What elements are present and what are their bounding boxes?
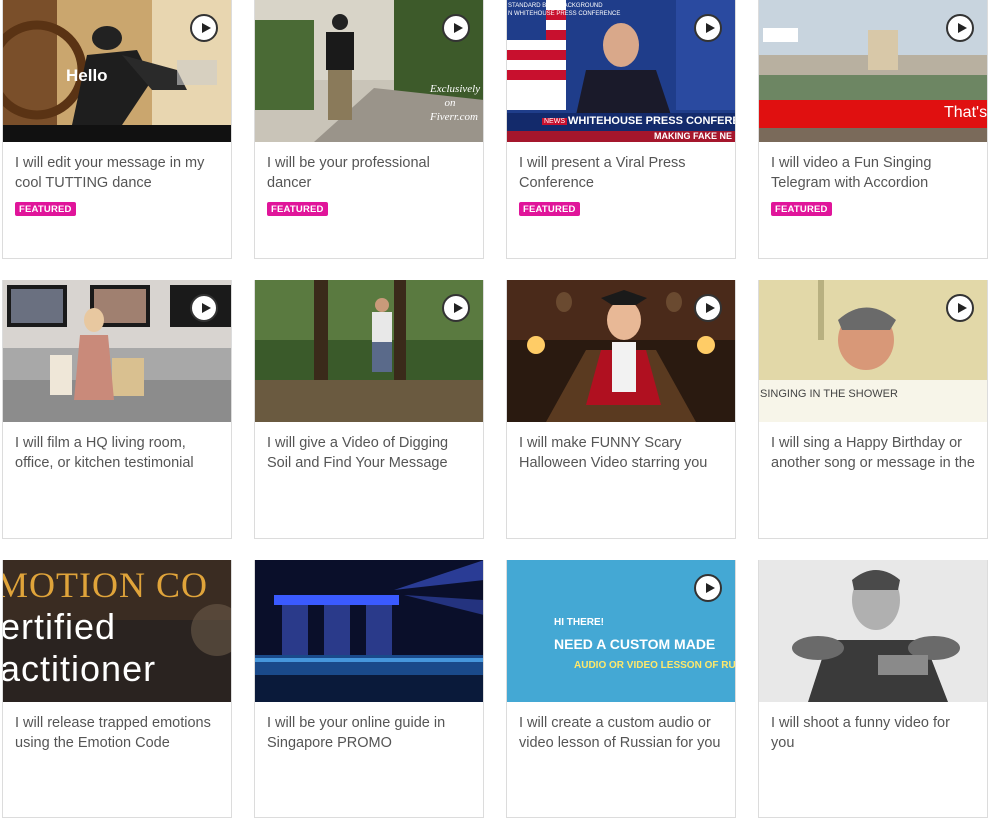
gig-title[interactable]: I will video a Fun Singing Telegram with…: [771, 153, 975, 193]
thumbnail-caption: MAKING FAKE NE: [654, 131, 733, 141]
gig-thumbnail[interactable]: That's: [759, 0, 988, 142]
play-icon[interactable]: [694, 574, 722, 602]
gig-card[interactable]: MOTION CO ertified actitioner I will rel…: [2, 560, 232, 818]
gig-thumbnail[interactable]: [507, 280, 735, 422]
gig-card[interactable]: Hello I will edit your message in my coo…: [2, 0, 232, 259]
gig-card[interactable]: SINGING IN THE SHOWER I will sing a Happ…: [758, 280, 988, 539]
gig-card[interactable]: That's I will video a Fun Singing Telegr…: [758, 0, 988, 259]
thumbnail-caption: WHITEHOUSE PRESS CONFERENCE: [568, 115, 735, 127]
gig-thumbnail[interactable]: [3, 280, 231, 422]
gig-card[interactable]: I will shoot a funny video for you: [758, 560, 988, 818]
thumbnail-caption: AUDIO OR VIDEO LESSON OF RUSSIAN?: [574, 660, 736, 671]
play-icon[interactable]: [190, 14, 218, 42]
thumbnail-caption: NEED A CUSTOM MADE: [554, 636, 716, 652]
gig-title[interactable]: I will give a Video of Digging Soil and …: [267, 433, 471, 473]
gig-title[interactable]: I will film a HQ living room, office, or…: [15, 433, 219, 473]
gig-title[interactable]: I will be your online guide in Singapore…: [267, 713, 471, 753]
featured-badge: FEATURED: [519, 202, 580, 216]
featured-badge: FEATURED: [267, 202, 328, 216]
thumbnail-caption: That's: [944, 104, 988, 121]
thumbnail-caption: Hello: [66, 66, 108, 85]
gig-card[interactable]: I will be your online guide in Singapore…: [254, 560, 484, 818]
gig-title[interactable]: I will release trapped emotions using th…: [15, 713, 219, 753]
gig-title[interactable]: I will make FUNNY Scary Halloween Video …: [519, 433, 723, 473]
gig-card[interactable]: STANDARD BLUE BACKGROUND N WHITEHOUSE PR…: [506, 0, 736, 259]
thumbnail-caption: STANDARD BLUE BACKGROUND: [508, 3, 603, 9]
gig-card[interactable]: I will film a HQ living room, office, or…: [2, 280, 232, 539]
thumbnail-caption: N WHITEHOUSE PRESS CONFERENCE: [508, 11, 621, 17]
play-icon[interactable]: [442, 14, 470, 42]
gig-card[interactable]: Exclusively on Fiverr.com I will be your…: [254, 0, 484, 259]
featured-badge: FEATURED: [771, 202, 832, 216]
gig-thumbnail[interactable]: MOTION CO ertified actitioner: [2, 560, 231, 702]
gig-title[interactable]: I will create a custom audio or video le…: [519, 713, 723, 753]
gig-card[interactable]: I will make FUNNY Scary Halloween Video …: [506, 280, 736, 539]
play-icon[interactable]: [694, 294, 722, 322]
gig-card[interactable]: HI THERE! NEED A CUSTOM MADE AUDIO OR VI…: [506, 560, 736, 818]
gig-thumbnail[interactable]: HI THERE! NEED A CUSTOM MADE AUDIO OR VI…: [507, 560, 736, 702]
gig-title[interactable]: I will edit your message in my cool TUTT…: [15, 153, 219, 193]
play-icon[interactable]: [190, 294, 218, 322]
featured-badge: FEATURED: [15, 202, 76, 216]
gig-title[interactable]: I will present a Viral Press Conference: [519, 153, 723, 193]
gig-thumbnail[interactable]: [255, 560, 483, 702]
gig-thumbnail[interactable]: STANDARD BLUE BACKGROUND N WHITEHOUSE PR…: [507, 0, 735, 142]
gig-thumbnail[interactable]: Hello: [3, 0, 231, 142]
gig-title[interactable]: I will shoot a funny video for you: [771, 713, 975, 753]
thumbnail-caption: actitioner: [2, 648, 157, 689]
play-icon[interactable]: [694, 14, 722, 42]
gig-thumbnail[interactable]: [255, 280, 483, 422]
gig-thumbnail[interactable]: SINGING IN THE SHOWER: [759, 280, 987, 422]
gig-thumbnail[interactable]: Exclusively on Fiverr.com: [255, 0, 483, 142]
thumbnail-caption: Exclusively on Fiverr.com: [430, 83, 481, 123]
gig-title[interactable]: I will be your professional dancer: [267, 153, 471, 193]
thumbnail-caption: ertified: [2, 606, 117, 647]
gig-thumbnail[interactable]: [759, 560, 987, 702]
play-icon[interactable]: [946, 14, 974, 42]
play-icon[interactable]: [946, 294, 974, 322]
thumbnail-caption: HI THERE!: [554, 617, 604, 628]
thumbnail-caption: MOTION CO: [2, 565, 208, 605]
thumbnail-caption: SINGING IN THE SHOWER: [760, 388, 898, 400]
news-label: NEWS: [542, 118, 567, 125]
gig-card[interactable]: I will give a Video of Digging Soil and …: [254, 280, 484, 539]
gig-title[interactable]: I will sing a Happy Birthday or another …: [771, 433, 975, 473]
play-icon[interactable]: [442, 294, 470, 322]
